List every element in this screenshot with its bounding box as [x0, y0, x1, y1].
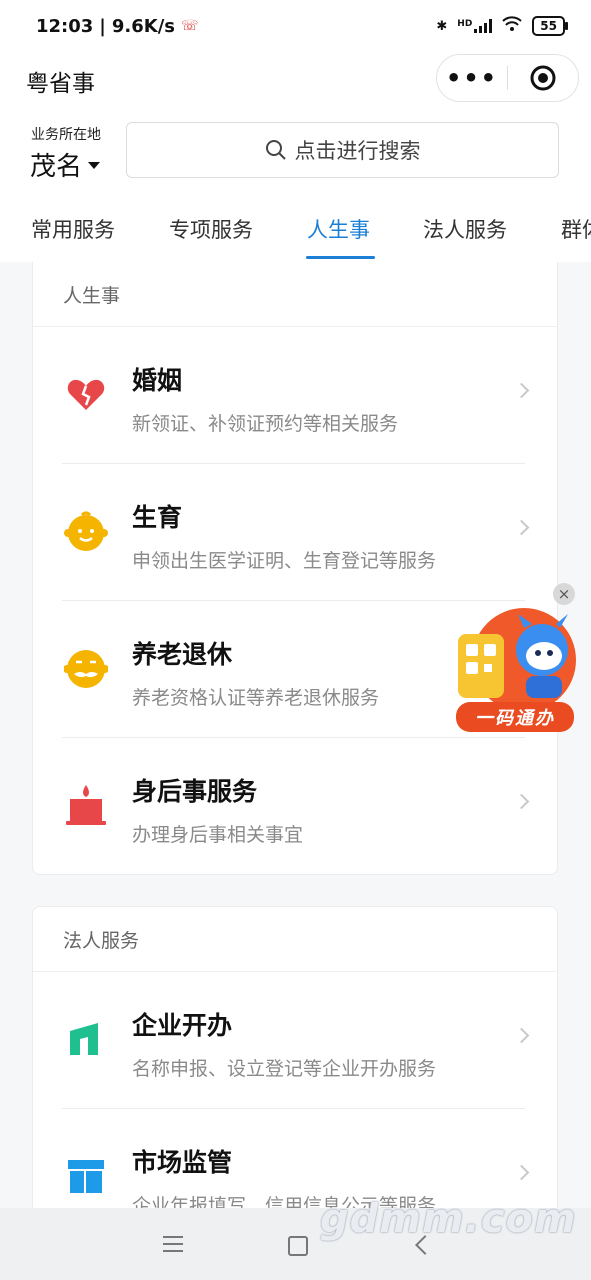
candle-icon	[66, 785, 106, 825]
one-code-badge[interactable]: 一码通办	[452, 598, 578, 736]
building-icon	[70, 1023, 98, 1055]
chevron-right-icon	[513, 382, 530, 399]
wifi-icon	[502, 16, 522, 36]
item-subtitle: 申领出生医学证明、生育登记等服务	[132, 550, 437, 572]
section-title: 法人服务	[33, 907, 557, 972]
store-icon	[68, 1160, 104, 1193]
search-input[interactable]: 点击进行搜索	[126, 122, 559, 178]
chevron-right-icon	[513, 519, 530, 536]
item-subtitle: 新领证、补领证预约等相关服务	[132, 413, 399, 435]
search-placeholder: 点击进行搜索	[294, 139, 421, 163]
search-row: 业务所在地 茂名 点击进行搜索	[0, 108, 591, 198]
item-title: 身后事服务	[132, 777, 258, 806]
chevron-right-icon	[513, 1164, 530, 1181]
menu-icon[interactable]	[163, 1236, 183, 1252]
notification-icon: ☏	[181, 18, 199, 34]
status-right: ✱ HD 55	[436, 16, 568, 36]
item-subtitle: 办理身后事相关事宜	[132, 824, 304, 846]
search-icon	[265, 140, 286, 160]
service-item-childbirth[interactable]: 生育 申领出生医学证明、生育登记等服务	[33, 464, 557, 601]
caret-down-icon	[88, 162, 101, 169]
status-left: 12:03 | 9.6K/s ☏	[36, 15, 199, 37]
status-time: 12:03	[36, 15, 94, 37]
location-label: 业务所在地	[31, 127, 101, 143]
location-city: 茂名	[30, 152, 83, 182]
section-legal-entity: 法人服务 企业开办 名称申报、设立登记等企业开办服务 市场监管 企业年报填写、信…	[32, 906, 558, 1226]
more-icon[interactable]: •••	[437, 55, 507, 101]
service-item-marriage[interactable]: 婚姻 新领证、补领证预约等相关服务	[33, 327, 557, 464]
location-selector[interactable]: 茂名	[30, 146, 101, 183]
active-tab-indicator	[306, 256, 375, 259]
title-bar: 粤省事 •••	[0, 52, 591, 108]
tab-common-services[interactable]: 常用服务	[31, 214, 115, 244]
item-title: 婚姻	[132, 366, 183, 395]
app-title: 粤省事	[26, 71, 95, 97]
bluetooth-icon: ✱	[436, 18, 448, 34]
elder-face-icon	[64, 650, 108, 688]
section-life-events: 人生事 婚姻 新领证、补领证预约等相关服务 生育 申领出生医学证明、生育登记等服…	[32, 262, 558, 875]
tab-special-services[interactable]: 专项服务	[169, 214, 253, 244]
chevron-right-icon	[513, 793, 530, 810]
baby-face-icon	[64, 511, 108, 551]
category-tabs: 常用服务 专项服务 人生事 法人服务 群体	[0, 198, 591, 262]
signal-icon: HD	[457, 19, 493, 33]
watermark: gdmm.com	[320, 1196, 577, 1242]
item-title: 企业开办	[132, 1011, 233, 1040]
section-title: 人生事	[33, 262, 557, 327]
item-title: 市场监管	[132, 1148, 233, 1177]
battery-icon: 55	[532, 16, 568, 36]
tab-legal-entity[interactable]: 法人服务	[423, 214, 507, 244]
item-title: 养老退休	[132, 640, 233, 669]
status-bar: 12:03 | 9.6K/s ☏ ✱ HD 55	[0, 0, 591, 52]
mini-program-capsule: •••	[436, 54, 579, 102]
close-mini-program-icon[interactable]	[508, 64, 578, 92]
service-item-business-startup[interactable]: 企业开办 名称申报、设立登记等企业开办服务	[33, 972, 557, 1109]
heart-icon	[67, 379, 105, 410]
badge-label: 一码通办	[475, 708, 555, 729]
tab-life-events[interactable]: 人生事	[307, 214, 370, 244]
service-item-funeral[interactable]: 身后事服务 办理身后事相关事宜	[33, 738, 557, 874]
item-subtitle: 养老资格认证等养老退休服务	[132, 687, 380, 709]
item-subtitle: 名称申报、设立登记等企业开办服务	[132, 1058, 437, 1080]
status-speed: 9.6K/s	[111, 15, 175, 37]
home-icon[interactable]	[288, 1236, 308, 1256]
tab-groups[interactable]: 群体	[561, 214, 591, 244]
item-title: 生育	[132, 503, 183, 532]
chevron-right-icon	[513, 1027, 530, 1044]
